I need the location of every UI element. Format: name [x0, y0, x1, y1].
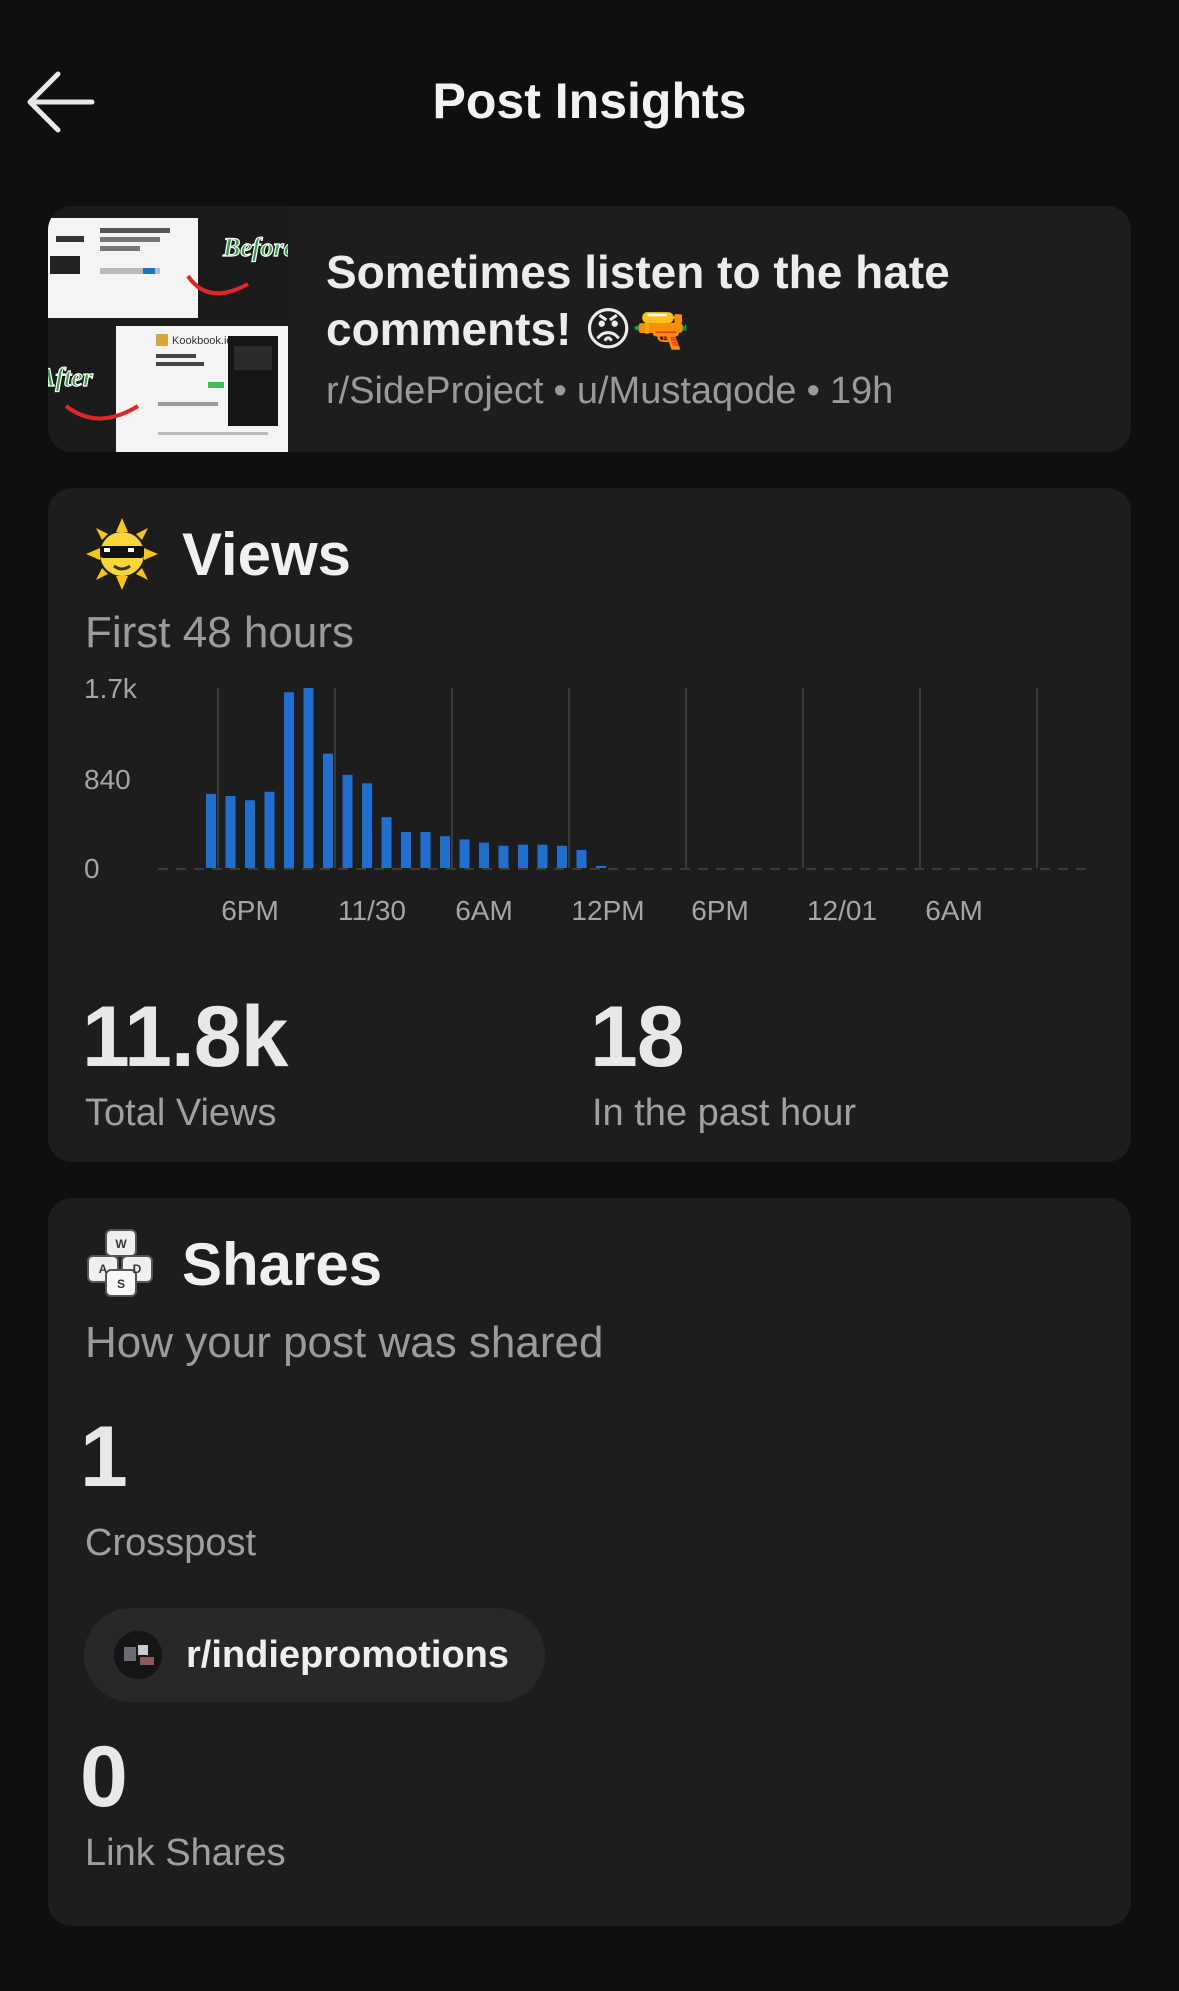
chart-bar	[225, 796, 236, 868]
chart-bar	[498, 845, 509, 868]
crosspost-community-name: r/indiepromotions	[186, 1633, 509, 1676]
chart-bar	[362, 783, 372, 868]
crosspost-community-chip[interactable]: r/indiepromotions	[84, 1608, 545, 1702]
chart-x-tick: 11/30	[338, 895, 406, 926]
chart-bar	[459, 839, 470, 868]
crosspost-label: Crosspost	[85, 1522, 257, 1564]
shares-title: Shares	[182, 1230, 383, 1298]
chart-x-tick: 6AM	[925, 895, 983, 926]
views-subtitle: First 48 hours	[85, 608, 354, 657]
chart-x-tick: 6AM	[455, 895, 513, 926]
chart-bar	[401, 832, 411, 868]
chart-x-tick: 12PM	[571, 895, 644, 926]
page-title: Post Insights	[432, 73, 747, 129]
total-views-label: Total Views	[85, 1092, 277, 1134]
header: Post Insights	[0, 0, 1179, 200]
chart-bar	[245, 800, 255, 868]
thumbnail-after-text: After	[48, 363, 94, 392]
chart-bar	[381, 817, 392, 868]
post-thumbnail: Before Kookbook.io After	[48, 206, 296, 452]
chart-bar	[576, 850, 587, 868]
chart-y-tick: 1.7k	[84, 678, 138, 704]
crosspost-count: 1	[80, 1409, 128, 1505]
chart-x-tick: 6PM	[691, 895, 749, 926]
svg-text:D: D	[133, 1262, 142, 1276]
post-title[interactable]: Sometimes listen to the hate comments! 😡…	[326, 244, 1106, 358]
svg-text:S: S	[117, 1277, 125, 1291]
chart-bar	[557, 845, 567, 868]
community-avatar	[114, 1631, 162, 1679]
link-shares-count: 0	[80, 1729, 128, 1825]
chart-bar	[440, 836, 450, 868]
svg-text:W: W	[115, 1237, 127, 1251]
thumbnail-app-name: Kookbook.io	[172, 335, 233, 347]
chart-y-tick: 0	[84, 853, 100, 884]
chart-x-tick: 12/01	[807, 895, 877, 926]
keycaps-icon: WA DS	[87, 1229, 153, 1297]
total-views-value: 11.8k	[82, 989, 288, 1085]
chart-y-tick: 840	[84, 764, 131, 795]
post-meta: r/SideProject • u/Mustaqode • 19h	[326, 370, 893, 413]
chart-bar	[303, 688, 314, 868]
past-hour-label: In the past hour	[592, 1092, 857, 1134]
views-card: Views First 48 hours 1.7k 840 0 6PM 11/30 6AM…	[48, 488, 1131, 1162]
chart-bar	[206, 793, 216, 868]
post-card[interactable]: Before Kookbook.io After Sometimes liste…	[48, 206, 1131, 452]
meta-separator: •	[553, 370, 567, 412]
chart-bar	[264, 791, 275, 868]
author-link[interactable]: u/Mustaqode	[577, 370, 797, 412]
shares-card: WA DS Shares How your post was shared 1 C…	[48, 1198, 1131, 1926]
views-title: Views	[182, 520, 352, 588]
cool-sun-icon	[86, 518, 158, 590]
meta-separator: •	[806, 370, 820, 412]
chart-bar	[537, 844, 548, 868]
views-chart: 1.7k 840 0 6PM 11/30 6AM 12PM 6PM 12/01 6AM	[84, 678, 1088, 926]
chart-bar	[420, 832, 431, 868]
chart-bar	[479, 842, 489, 868]
chart-bar	[342, 774, 353, 868]
shares-subtitle: How your post was shared	[85, 1318, 604, 1367]
shares-header: WA DS Shares	[84, 1224, 382, 1304]
chart-bar	[596, 865, 606, 868]
past-hour-value: 18	[590, 989, 685, 1085]
post-age: 19h	[829, 370, 894, 412]
svg-text:A: A	[99, 1262, 108, 1276]
chart-bar	[284, 692, 294, 868]
thumbnail-before-text: Before	[222, 233, 288, 262]
subreddit-link[interactable]: r/SideProject	[326, 370, 544, 412]
chart-x-tick: 6PM	[221, 895, 279, 926]
chart-bar	[323, 753, 333, 868]
chart-bar	[518, 844, 528, 868]
views-header: Views	[84, 514, 351, 594]
link-shares-label: Link Shares	[85, 1832, 286, 1874]
